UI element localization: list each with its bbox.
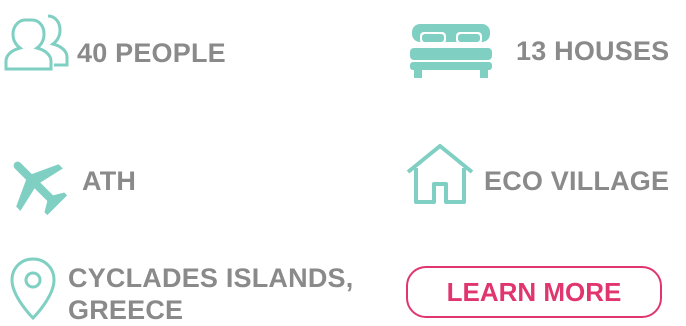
bed-icon (410, 24, 492, 78)
airplane-icon (13, 161, 68, 216)
features-panel: 40 PEOPLE 13 HOUSES ATH ECO VILLAGE CYCL… (0, 0, 686, 326)
feature-label: 40 PEOPLE (77, 38, 226, 68)
location-pin-icon (10, 257, 56, 321)
feature-label: ECO VILLAGE (484, 166, 670, 196)
feature-label: ATH (82, 166, 137, 196)
house-icon (406, 144, 474, 204)
people-icon (4, 14, 69, 71)
feature-label: 13 HOUSES (516, 36, 670, 66)
feature-label: CYCLADES ISLANDS, GREECE (68, 263, 354, 325)
learn-more-button[interactable]: LEARN MORE (406, 266, 662, 318)
